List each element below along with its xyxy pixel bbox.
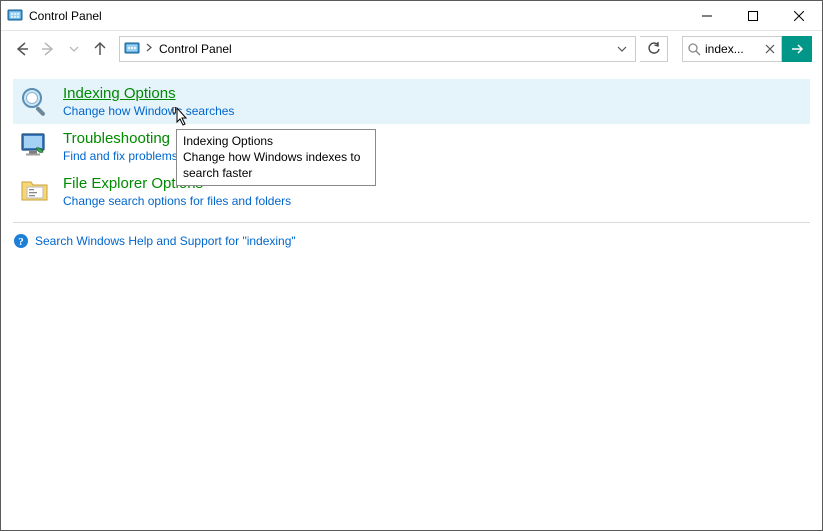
address-dropdown[interactable] (613, 37, 631, 61)
result-title: Indexing Options (63, 85, 234, 102)
monitor-icon (19, 130, 51, 162)
help-icon: ? (13, 233, 29, 249)
result-item-troubleshooting[interactable]: Troubleshooting Find and fix problems (13, 124, 810, 169)
window-title: Control Panel (29, 9, 102, 23)
search-icon (687, 42, 701, 56)
result-item-file-explorer-options[interactable]: File Explorer Options Change search opti… (13, 169, 810, 214)
address-bar[interactable]: Control Panel (119, 36, 636, 62)
recent-locations-dropdown[interactable] (63, 38, 85, 60)
result-desc[interactable]: Change how Windows searches (63, 104, 234, 118)
search-results: Indexing Options Change how Windows sear… (1, 67, 822, 249)
minimize-button[interactable] (684, 1, 730, 30)
help-search-link[interactable]: ? Search Windows Help and Support for "i… (13, 222, 810, 249)
search-input[interactable]: index... (682, 36, 782, 62)
tooltip: Indexing Options Change how Windows inde… (176, 129, 376, 186)
refresh-button[interactable] (640, 36, 668, 62)
up-button[interactable] (89, 38, 111, 60)
folder-options-icon (19, 175, 51, 207)
help-text: Search Windows Help and Support for "ind… (35, 234, 296, 248)
clear-search-button[interactable] (765, 43, 777, 55)
magnifier-icon (19, 85, 51, 117)
breadcrumb-item[interactable]: Control Panel (159, 42, 232, 56)
search-text: index... (705, 42, 761, 56)
result-desc[interactable]: Change search options for files and fold… (63, 194, 291, 208)
tooltip-title: Indexing Options (183, 133, 369, 149)
navigation-toolbar: Control Panel index... (1, 31, 822, 67)
search-go-button[interactable] (782, 36, 812, 62)
titlebar: Control Panel (1, 1, 822, 31)
chevron-right-icon[interactable] (146, 43, 153, 55)
result-desc[interactable]: Find and fix problems (63, 149, 178, 163)
tooltip-body: Change how Windows indexes to search fas… (183, 149, 369, 181)
close-button[interactable] (776, 1, 822, 30)
window-controls (684, 1, 822, 30)
control-panel-icon (124, 41, 140, 57)
control-panel-icon (7, 8, 23, 24)
result-title: Troubleshooting (63, 130, 178, 147)
forward-button[interactable] (37, 38, 59, 60)
result-item-indexing-options[interactable]: Indexing Options Change how Windows sear… (13, 79, 810, 124)
maximize-button[interactable] (730, 1, 776, 30)
svg-text:?: ? (18, 236, 24, 248)
back-button[interactable] (11, 38, 33, 60)
